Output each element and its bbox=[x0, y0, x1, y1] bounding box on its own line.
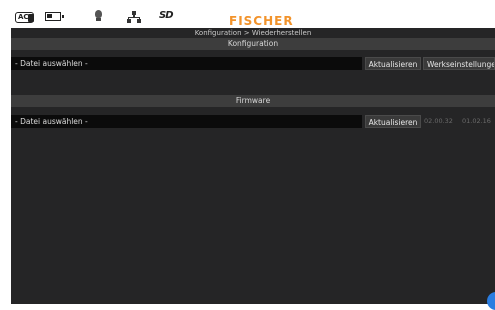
firmware-version-secondary: 01.02.16 bbox=[462, 117, 491, 125]
help-icon[interactable] bbox=[487, 292, 495, 310]
configuration-refresh-button[interactable]: Aktualisieren bbox=[365, 57, 421, 70]
app-background bbox=[11, 8, 495, 304]
firmware-version-current: 02.00.32 bbox=[424, 117, 453, 125]
breadcrumb: Konfiguration > Wiederherstellen bbox=[194, 29, 312, 37]
configuration-section-title: Konfiguration bbox=[11, 38, 495, 50]
firmware-file-select[interactable]: - Datei auswählen - bbox=[11, 115, 362, 128]
factory-settings-button[interactable]: Werkseinstellungen bbox=[423, 57, 495, 70]
brand-logo: FISCHER bbox=[229, 14, 294, 28]
firmware-section-title: Firmware bbox=[11, 95, 495, 107]
firmware-refresh-button[interactable]: Aktualisieren bbox=[365, 115, 421, 128]
status-bar: AC SD FISCHER bbox=[11, 8, 495, 28]
sd-card-icon: SD bbox=[159, 10, 173, 21]
configuration-file-select[interactable]: - Datei auswählen - bbox=[11, 57, 362, 70]
